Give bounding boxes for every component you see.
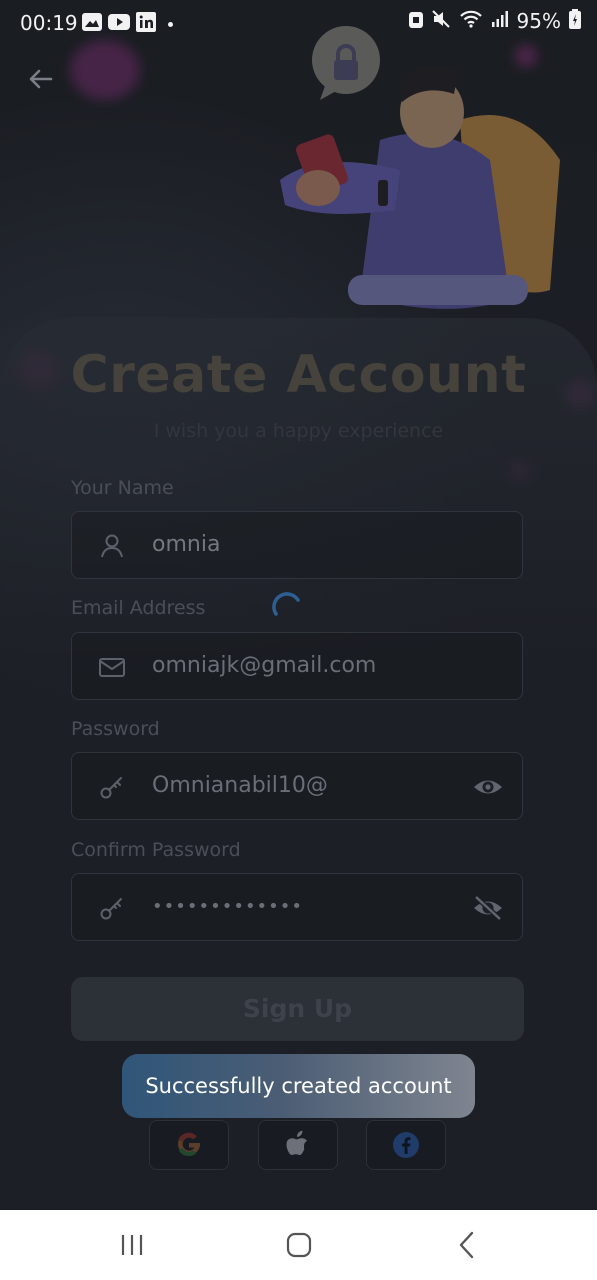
key-icon <box>100 898 122 920</box>
decor-blob <box>70 40 140 100</box>
key-icon <box>100 777 122 799</box>
recent-apps-button[interactable] <box>115 1230 149 1260</box>
loading-spinner <box>270 592 306 628</box>
linkedin-icon <box>136 12 156 36</box>
status-time: 00:19 <box>20 11 78 35</box>
success-toast: Successfully created account <box>122 1054 475 1118</box>
name-value: omnia <box>152 532 221 557</box>
chevron-left-icon <box>459 1231 474 1259</box>
password-label: Password <box>71 718 160 740</box>
page-subtitle: I wish you a happy experience <box>153 420 444 442</box>
confirm-password-field[interactable]: ••••••••••••• <box>71 873 523 941</box>
signup-illustration <box>270 20 580 320</box>
nav-back-button[interactable] <box>450 1230 484 1260</box>
facebook-icon <box>393 1132 419 1158</box>
confirm-password-value: ••••••••••••• <box>152 896 304 917</box>
page-title: Create Account <box>70 345 527 405</box>
gallery-icon <box>82 13 102 35</box>
home-button[interactable] <box>282 1230 316 1260</box>
signup-button[interactable]: Sign Up <box>71 977 524 1041</box>
more-notifications-icon <box>168 21 173 27</box>
recents-icon <box>121 1235 143 1255</box>
eye-icon[interactable] <box>472 772 504 802</box>
google-signup-button[interactable] <box>149 1120 229 1170</box>
eye-off-icon[interactable] <box>472 893 504 923</box>
google-icon <box>178 1132 200 1157</box>
name-field[interactable]: omnia <box>71 511 523 579</box>
arrow-left-icon <box>29 69 53 89</box>
facebook-signup-button[interactable] <box>366 1120 446 1170</box>
apple-signup-button[interactable] <box>258 1120 338 1170</box>
apple-icon <box>286 1130 307 1155</box>
password-value: Omnianabil10@ <box>152 773 328 798</box>
email-field[interactable]: omniajk@gmail.com <box>71 632 523 700</box>
youtube-icon <box>108 13 130 35</box>
back-button[interactable] <box>24 62 58 96</box>
app-screen: 00:19 95% Create Account I wish you a ha… <box>0 0 597 1210</box>
system-navigation-bar <box>0 1210 597 1280</box>
person-icon <box>101 534 123 558</box>
confirm-password-label: Confirm Password <box>71 839 241 861</box>
name-label: Your Name <box>71 477 174 499</box>
notification-icons <box>82 12 173 36</box>
email-value: omniajk@gmail.com <box>152 653 377 678</box>
mail-icon <box>99 658 125 677</box>
home-icon <box>286 1232 312 1258</box>
password-field[interactable]: Omnianabil10@ <box>71 752 523 820</box>
email-label: Email Address <box>71 597 206 619</box>
